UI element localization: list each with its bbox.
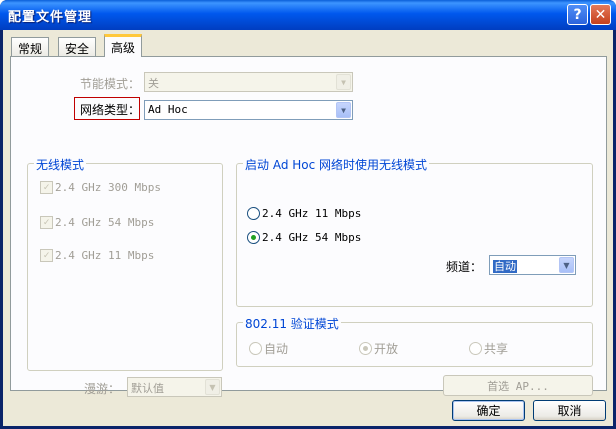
profile-manager-window: 配置文件管理 ? ✕ 常规 安全 高级 节能模式： 关 ▼ 网络类型： Ad H…: [0, 0, 616, 429]
radio-selected-icon: [247, 231, 260, 244]
radio-icon: [247, 207, 260, 220]
wireless-mode-300-checkbox[interactable]: ✓ 2.4 GHz 300 Mbps: [40, 181, 161, 194]
tab-advanced[interactable]: 高级: [104, 34, 143, 57]
chevron-down-icon: ▼: [559, 257, 574, 273]
adhoc-11-radio[interactable]: 2.4 GHz 11 Mbps: [247, 207, 361, 220]
network-type-select[interactable]: Ad Hoc ▼: [144, 100, 353, 120]
title-bar[interactable]: 配置文件管理 ? ✕: [0, 0, 616, 30]
radio-selected-icon: [359, 342, 372, 355]
adhoc-11-label: 2.4 GHz 11 Mbps: [262, 207, 362, 220]
auth-open-label: 开放: [374, 342, 399, 356]
adhoc-54-radio[interactable]: 2.4 GHz 54 Mbps: [247, 231, 361, 244]
adhoc-mode-title: 启动 Ad Hoc 网络时使用无线模式: [243, 156, 430, 173]
advanced-tab-page: 节能模式： 关 ▼ 网络类型： Ad Hoc ▼ 无线模式 ✓ 2.4 GHz …: [10, 56, 607, 397]
network-type-value: Ad Hoc: [148, 103, 188, 116]
dialog-body: 常规 安全 高级 节能模式： 关 ▼ 网络类型： Ad Hoc ▼ 无线模式 ✓: [3, 30, 613, 426]
wireless-mode-title: 无线模式: [34, 156, 87, 173]
checkmark-icon: ✓: [40, 249, 53, 262]
auth-mode-group: 802.11 验证模式 自动 开放 共享: [236, 315, 593, 367]
radio-icon: [469, 342, 482, 355]
channel-value: 自动: [493, 260, 517, 273]
wireless-mode-11-label: 2.4 GHz 11 Mbps: [55, 249, 155, 262]
channel-select[interactable]: 自动 ▼: [489, 255, 576, 275]
help-button[interactable]: ?: [567, 4, 588, 25]
wireless-mode-300-label: 2.4 GHz 300 Mbps: [55, 181, 161, 194]
auth-shared-label: 共享: [484, 342, 509, 356]
power-mode-select[interactable]: 关 ▼: [144, 72, 353, 92]
wireless-mode-54-checkbox[interactable]: ✓ 2.4 GHz 54 Mbps: [40, 216, 154, 229]
roaming-value: 默认值: [131, 382, 164, 395]
adhoc-mode-group: 启动 Ad Hoc 网络时使用无线模式 2.4 GHz 11 Mbps 2.4 …: [236, 156, 593, 307]
wireless-mode-11-checkbox[interactable]: ✓ 2.4 GHz 11 Mbps: [40, 249, 154, 262]
window-title: 配置文件管理: [8, 10, 93, 25]
roaming-select[interactable]: 默认值 ▼: [127, 377, 222, 397]
adhoc-54-label: 2.4 GHz 54 Mbps: [262, 231, 362, 244]
auth-shared-radio[interactable]: 共享: [469, 340, 508, 357]
auth-auto-radio[interactable]: 自动: [249, 340, 288, 357]
auth-mode-title: 802.11 验证模式: [243, 315, 341, 332]
help-icon: ?: [573, 6, 582, 23]
power-mode-value: 关: [148, 77, 159, 90]
network-type-label: 网络类型：: [80, 103, 141, 117]
radio-icon: [249, 342, 262, 355]
checkmark-icon: ✓: [40, 216, 53, 229]
chevron-down-icon: ▼: [205, 379, 220, 395]
close-button[interactable]: ✕: [590, 4, 611, 25]
wireless-mode-54-label: 2.4 GHz 54 Mbps: [55, 216, 155, 229]
power-mode-label: 节能模式：: [80, 77, 141, 91]
auth-auto-label: 自动: [264, 342, 289, 356]
auth-open-radio[interactable]: 开放: [359, 340, 398, 357]
tab-general[interactable]: 常规: [11, 37, 50, 56]
tab-security[interactable]: 安全: [58, 37, 97, 56]
close-icon: ✕: [594, 6, 607, 23]
roaming-label: 漫游：: [84, 382, 121, 396]
preferred-ap-button[interactable]: 首选 AP...: [443, 375, 593, 396]
cancel-button[interactable]: 取消: [533, 400, 606, 421]
checkmark-icon: ✓: [40, 181, 53, 194]
ok-button[interactable]: 确定: [452, 400, 525, 421]
channel-label: 频道：: [446, 260, 483, 274]
chevron-down-icon: ▼: [336, 74, 351, 90]
wireless-mode-group: 无线模式 ✓ 2.4 GHz 300 Mbps ✓ 2.4 GHz 54 Mbp…: [27, 156, 223, 371]
chevron-down-icon: ▼: [336, 102, 351, 118]
